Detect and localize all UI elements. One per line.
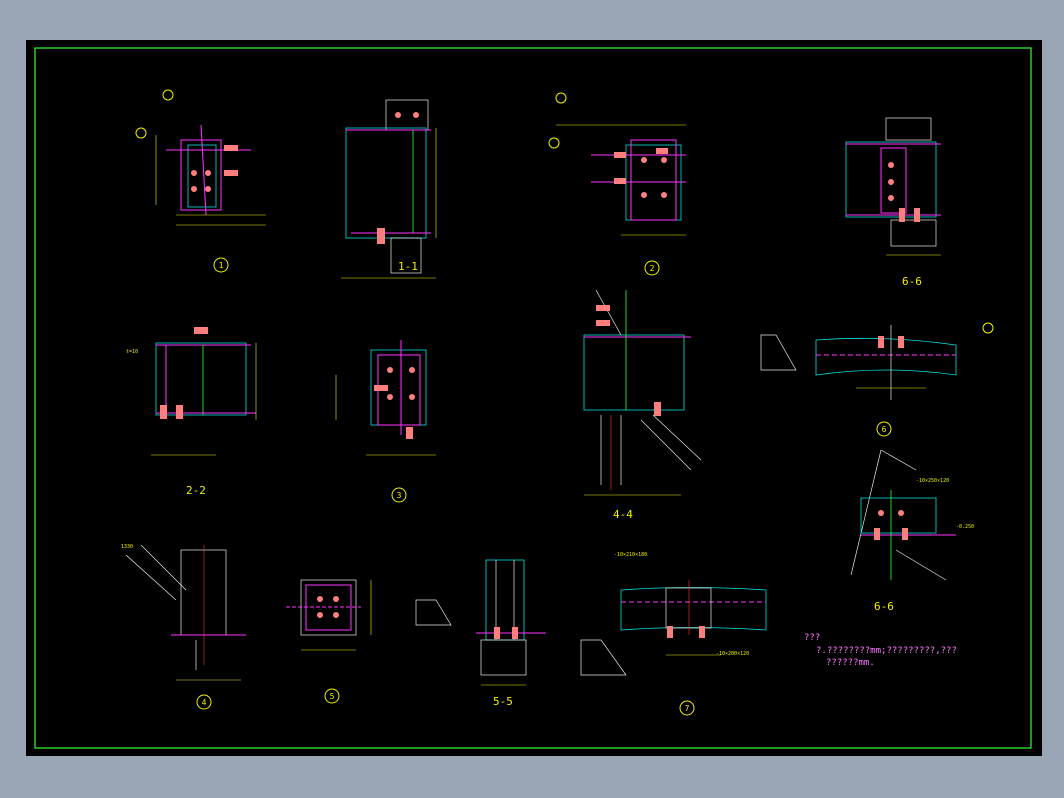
notes-line-2: ??????mm. <box>826 658 875 668</box>
label-detail-1: 1 <box>219 261 224 270</box>
detail-2 <box>548 92 686 236</box>
label-detail-4: 4 <box>202 698 207 707</box>
label-section-4-4: 4-4 <box>613 508 633 521</box>
label-detail-5: 5 <box>330 692 335 701</box>
cad-drawing: 1 1-1 2 6-6 2-2 3 4-4 6 6-6 4 5 5-5 7 t=… <box>34 47 1032 749</box>
callout-1330: 1330 <box>121 544 133 550</box>
section-2-2 <box>151 327 257 456</box>
detail-7 <box>580 580 767 676</box>
drawing-sheet: 1 1-1 2 6-6 2-2 3 4-4 6 6-6 4 5 5-5 7 t=… <box>26 40 1042 756</box>
callout-plate-b: -10×200×120 <box>716 651 749 657</box>
label-section-5-5: 5-5 <box>493 695 513 708</box>
section-6-6 <box>850 449 956 581</box>
callout-t10: t=10 <box>126 349 138 355</box>
label-detail-6: 6 <box>882 425 887 434</box>
detail-6 <box>760 322 994 400</box>
section-3-3 <box>845 117 941 256</box>
label-section-1-1: 1-1 <box>398 260 418 273</box>
drawing-frame <box>34 47 1032 749</box>
callout-level: -0.250 <box>956 524 974 530</box>
label-detail-3: 3 <box>397 491 402 500</box>
detail-4 <box>125 544 246 681</box>
detail-5 <box>286 579 372 651</box>
label-section-2-2: 2-2 <box>186 484 206 497</box>
notes-title: ??? <box>804 633 820 643</box>
detail-1 <box>135 89 266 226</box>
label-section-6-6: 6-6 <box>874 600 894 613</box>
callout-plate-a: -10×210×180 <box>614 552 647 558</box>
section-5-5 <box>415 559 546 686</box>
section-4-4 <box>583 289 702 496</box>
label-detail-7: 7 <box>685 704 690 713</box>
label-detail-2: 2 <box>650 264 655 273</box>
label-section-3-3: 6-6 <box>902 275 922 288</box>
notes-line-1: ?.????????mm;?????????,??? <box>816 646 957 656</box>
detail-3 <box>335 340 436 456</box>
callout-level-top: -10×250×120 <box>916 478 949 484</box>
section-1-1 <box>341 99 437 279</box>
